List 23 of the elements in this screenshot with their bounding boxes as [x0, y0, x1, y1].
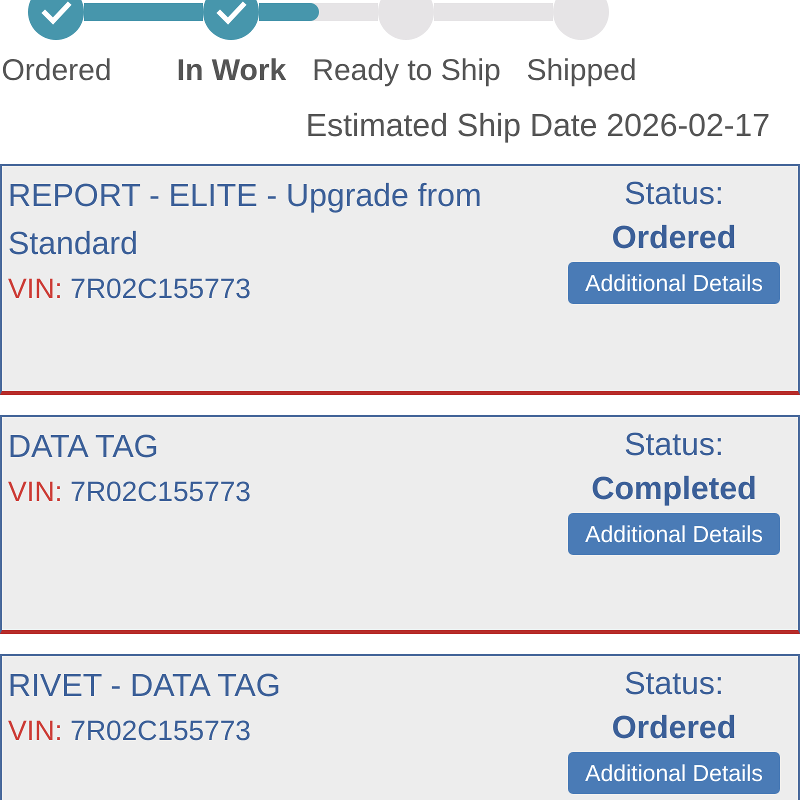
vin-number: 7R02C155773: [70, 476, 251, 507]
status-label: Status:: [624, 425, 724, 464]
status-value: Completed: [591, 469, 757, 508]
vin-label: VIN:: [8, 715, 62, 746]
additional-details-button[interactable]: Additional Details: [568, 752, 780, 794]
item-title: RIVET - DATA TAG: [8, 666, 282, 705]
status-value: Ordered: [612, 218, 736, 257]
vin-number: 7R02C155773: [70, 273, 251, 304]
status-value: Ordered: [612, 708, 736, 747]
additional-details-button[interactable]: Additional Details: [568, 262, 780, 304]
item-title: REPORT - ELITE - Upgrade from Standard: [8, 176, 483, 263]
vin-label: VIN:: [8, 273, 62, 304]
vin-number: 7R02C155773: [70, 715, 251, 746]
item-title: DATA TAG: [8, 427, 160, 466]
vin-label: VIN:: [8, 476, 62, 507]
status-label: Status:: [624, 664, 724, 703]
additional-details-button[interactable]: Additional Details: [568, 513, 780, 555]
estimated-ship-date: Estimated Ship Date 2026-02-17: [306, 106, 770, 144]
status-label: Status:: [624, 174, 724, 213]
step-label: Ready to Ship: [312, 53, 501, 89]
step-label: Ordered: [1, 53, 112, 89]
step-label: Shipped: [526, 53, 637, 89]
step-label: In Work: [176, 53, 286, 89]
